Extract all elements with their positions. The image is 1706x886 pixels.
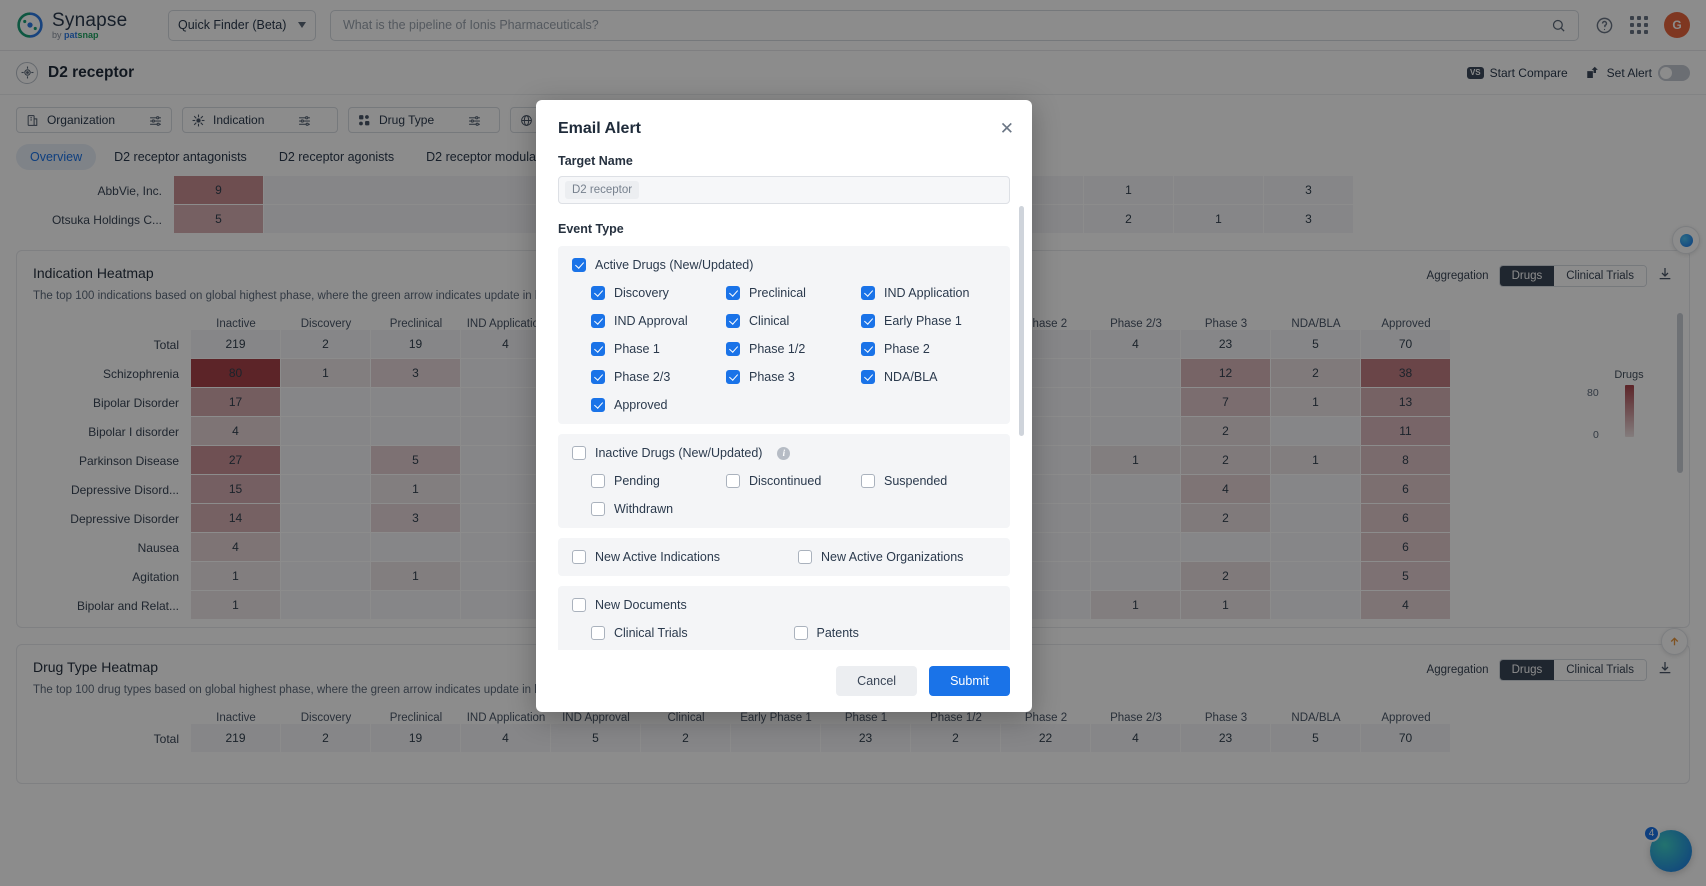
checkbox-row[interactable]: Discontinued — [726, 474, 861, 488]
active-drugs-parent-row[interactable]: Active Drugs (New/Updated) — [572, 258, 996, 272]
new-entities-group: New Active Indications New Active Organi… — [558, 538, 1010, 576]
checkbox-row[interactable]: IND Application — [861, 286, 996, 300]
checkbox-label: Clinical — [749, 314, 790, 328]
modal-body[interactable]: Target Name D2 receptor Event Type Activ… — [536, 154, 1032, 650]
checkbox-label: Discovery — [614, 286, 669, 300]
checkbox-new-active-organizations[interactable] — [798, 550, 812, 564]
checkbox-label: Phase 1/2 — [749, 342, 806, 356]
checkbox-label: Early Phase 1 — [884, 314, 962, 328]
checkbox-discontinued[interactable] — [726, 474, 740, 488]
checkbox-clinical-trials[interactable] — [591, 626, 605, 640]
cancel-button[interactable]: Cancel — [836, 666, 918, 696]
active-drugs-label: Active Drugs (New/Updated) — [595, 258, 754, 272]
new-active-indications-label: New Active Indications — [595, 550, 721, 564]
checkbox-row[interactable]: Discovery — [591, 286, 726, 300]
checkbox-row[interactable]: Approved — [591, 398, 726, 412]
app-root: Synapse by patsnap Quick Finder (Beta) W… — [0, 0, 1706, 886]
new-active-indications-cell[interactable]: New Active Indications — [558, 538, 784, 576]
checkbox-clinical[interactable] — [726, 314, 740, 328]
checkbox-row[interactable]: Clinical — [726, 314, 861, 328]
checkbox-label: Clinical Trials — [614, 626, 688, 640]
checkbox-approved[interactable] — [591, 398, 605, 412]
checkbox-label: Phase 1 — [614, 342, 660, 356]
checkbox-label: Discontinued — [749, 474, 822, 488]
checkbox-ind-application[interactable] — [861, 286, 875, 300]
checkbox-label: NDA/BLA — [884, 370, 938, 384]
checkbox-label: IND Application — [884, 286, 970, 300]
inactive-drugs-label: Inactive Drugs (New/Updated) — [595, 446, 763, 460]
checkbox-new-active-indications[interactable] — [572, 550, 586, 564]
checkbox-label: Phase 3 — [749, 370, 795, 384]
modal-footer: Cancel Submit — [536, 650, 1032, 712]
checkbox-label: Phase 2 — [884, 342, 930, 356]
new-active-organizations-label: New Active Organizations — [821, 550, 964, 564]
close-icon[interactable]: ✕ — [1000, 120, 1014, 137]
submit-button[interactable]: Submit — [929, 666, 1010, 696]
checkbox-row[interactable]: Patents — [793, 626, 997, 640]
inactive-drugs-children: Pending Discontinued Suspended Withdrawn — [572, 474, 996, 516]
checkbox-label: Withdrawn — [614, 502, 674, 516]
checkbox-label: Phase 2/3 — [614, 370, 671, 384]
checkbox-row[interactable]: IND Approval — [591, 314, 726, 328]
checkbox-phase-1-2[interactable] — [726, 342, 740, 356]
checkbox-row[interactable]: Early Phase 1 — [861, 314, 996, 328]
checkbox-label: Suspended — [884, 474, 948, 488]
inactive-drugs-parent-row[interactable]: Inactive Drugs (New/Updated) i — [572, 446, 996, 460]
checkbox-label: Patents — [816, 626, 859, 640]
modal-scrollbar[interactable] — [1019, 206, 1024, 436]
checkbox-suspended[interactable] — [861, 474, 875, 488]
checkbox-phase-2-3[interactable] — [591, 370, 605, 384]
checkbox-inactive-drugs[interactable] — [572, 446, 586, 460]
checkbox-active-drugs[interactable] — [572, 258, 586, 272]
active-drugs-children: Discovery Preclinical IND Application IND A… — [572, 286, 996, 412]
inactive-drugs-group: Inactive Drugs (New/Updated) i Pending Di… — [558, 434, 1010, 528]
target-name-tag: D2 receptor — [565, 181, 640, 199]
checkbox-phase-1[interactable] — [591, 342, 605, 356]
checkbox-row[interactable]: NDA/BLA — [861, 370, 996, 384]
checkbox-row[interactable]: Preclinical — [726, 286, 861, 300]
checkbox-row[interactable]: Phase 3 — [726, 370, 861, 384]
new-active-organizations-cell[interactable]: New Active Organizations — [784, 538, 1010, 576]
checkbox-early-phase-1[interactable] — [861, 314, 875, 328]
checkbox-row[interactable]: Clinical Trials — [591, 626, 794, 640]
target-name-label: Target Name — [558, 154, 633, 168]
checkbox-row[interactable]: Phase 2/3 — [591, 370, 726, 384]
checkbox-phase-3[interactable] — [726, 370, 740, 384]
checkbox-patents[interactable] — [793, 626, 808, 640]
modal-header: Email Alert ✕ — [536, 100, 1032, 138]
new-documents-children: Clinical TrialsPatentsLiteratureNews — [572, 626, 996, 650]
new-documents-label: New Documents — [595, 598, 687, 612]
checkbox-row[interactable]: Phase 1 — [591, 342, 726, 356]
checkbox-row[interactable]: Withdrawn — [591, 502, 726, 516]
checkbox-row[interactable]: Pending — [591, 474, 726, 488]
checkbox-row[interactable]: Suspended — [861, 474, 996, 488]
active-drugs-group: Active Drugs (New/Updated) Discovery Prec… — [558, 246, 1010, 424]
checkbox-preclinical[interactable] — [726, 286, 740, 300]
modal-title: Email Alert — [558, 120, 641, 137]
checkbox-withdrawn[interactable] — [591, 502, 605, 516]
checkbox-row[interactable]: Phase 2 — [861, 342, 996, 356]
checkbox-label: Pending — [614, 474, 660, 488]
email-alert-modal: Email Alert ✕ Target Name D2 receptor Ev… — [536, 100, 1032, 712]
event-type-label: Event Type — [558, 222, 624, 236]
checkbox-label: Approved — [614, 398, 668, 412]
checkbox-ind-approval[interactable] — [591, 314, 605, 328]
checkbox-nda-bla[interactable] — [861, 370, 875, 384]
checkbox-phase-2[interactable] — [861, 342, 875, 356]
checkbox-label: IND Approval — [614, 314, 688, 328]
target-name-input[interactable]: D2 receptor — [558, 176, 1010, 204]
checkbox-new-documents[interactable] — [572, 598, 586, 612]
checkbox-pending[interactable] — [591, 474, 605, 488]
checkbox-label: Preclinical — [749, 286, 806, 300]
checkbox-row[interactable]: Phase 1/2 — [726, 342, 861, 356]
checkbox-discovery[interactable] — [591, 286, 605, 300]
new-documents-parent-row[interactable]: New Documents — [572, 598, 996, 612]
new-documents-group: New Documents Clinical TrialsPatentsLite… — [558, 586, 1010, 650]
info-icon[interactable]: i — [777, 446, 791, 460]
